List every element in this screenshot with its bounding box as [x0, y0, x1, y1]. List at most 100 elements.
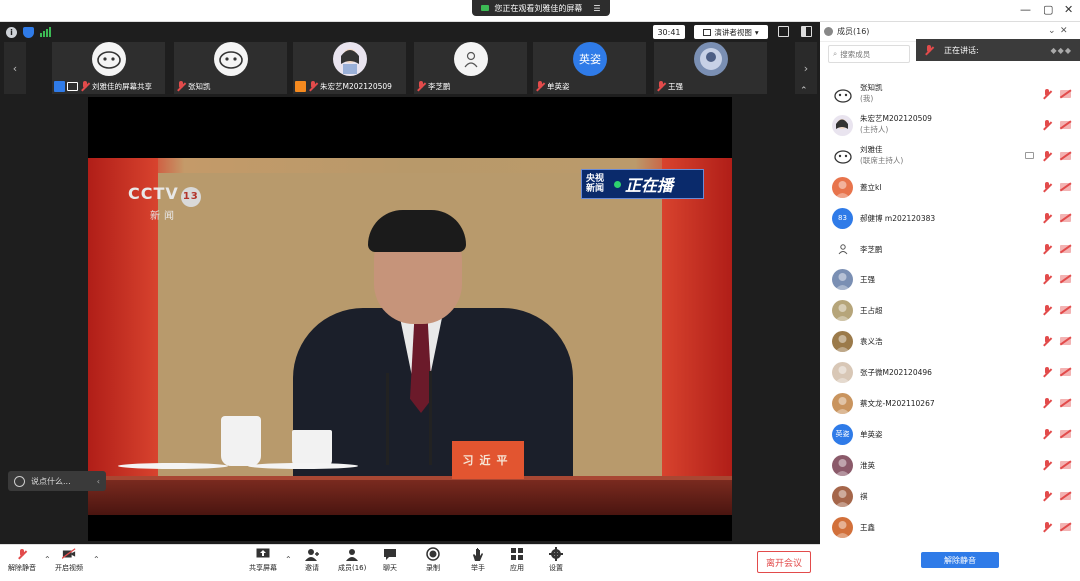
- thumbnail[interactable]: 刘雅佳的屏幕共享: [52, 42, 165, 94]
- member-row[interactable]: 王强: [820, 264, 1080, 295]
- mic-muted-icon[interactable]: [1042, 459, 1052, 470]
- avatar: [832, 331, 853, 353]
- video-off-icon[interactable]: [1060, 460, 1071, 469]
- member-row[interactable]: 张子微M202120496: [820, 357, 1080, 388]
- info-icon[interactable]: i: [6, 26, 17, 38]
- members-panel-title: 成员(16): [837, 27, 870, 36]
- mic-muted-icon[interactable]: [1042, 428, 1052, 439]
- video-off-icon[interactable]: [1060, 90, 1071, 98]
- member-row[interactable]: 英姿 单英姿: [820, 419, 1080, 450]
- avatar: [832, 393, 853, 414]
- video-off-icon[interactable]: [1060, 429, 1071, 438]
- minimize-button[interactable]: —: [1020, 3, 1031, 16]
- video-off-icon[interactable]: [1060, 368, 1071, 377]
- shield-icon[interactable]: [23, 26, 34, 38]
- member-row[interactable]: 蔡文龙-M202110267: [820, 388, 1080, 419]
- unmute-all-button[interactable]: 解除静音: [921, 552, 999, 568]
- member-name: 蔡文龙-M202110267: [860, 399, 935, 408]
- mic-muted-icon[interactable]: [1042, 398, 1052, 408]
- close-window-button[interactable]: ✕: [1064, 3, 1073, 16]
- mic-muted-icon[interactable]: [1042, 521, 1052, 532]
- video-off-icon[interactable]: [1060, 337, 1071, 346]
- panel-toggle-icon[interactable]: [801, 26, 812, 37]
- mic-muted-icon[interactable]: [1042, 89, 1052, 99]
- thumbnail[interactable]: 张知凯: [174, 42, 287, 94]
- start-video-button[interactable]: 开启视频: [55, 547, 83, 573]
- mic-muted-icon[interactable]: [1042, 336, 1052, 346]
- record-button[interactable]: 录制: [426, 547, 440, 573]
- thumbnail-label: 刘雅佳的屏幕共享: [52, 79, 152, 93]
- chevron-down-icon[interactable]: ⌄: [1048, 26, 1056, 36]
- fullscreen-icon[interactable]: [778, 26, 789, 37]
- video-off-icon[interactable]: [1060, 522, 1071, 531]
- leave-meeting-button[interactable]: 离开会议: [757, 551, 811, 573]
- member-row[interactable]: 祺: [820, 481, 1080, 512]
- video-off-icon[interactable]: [1060, 244, 1071, 253]
- thumbnail-name: 单英姿: [547, 81, 570, 91]
- member-name: 袁义浩: [860, 337, 883, 347]
- emoji-icon[interactable]: [14, 475, 25, 487]
- member-search[interactable]: ⌕: [828, 45, 910, 63]
- chevron-left-icon[interactable]: ‹: [97, 477, 100, 486]
- mic-muted-icon[interactable]: [1042, 181, 1052, 192]
- comment-input[interactable]: 说点什么... ‹: [8, 471, 106, 491]
- signal-icon[interactable]: [40, 27, 51, 37]
- unmute-button[interactable]: 解除静音: [8, 547, 36, 573]
- mic-muted-icon[interactable]: [1042, 490, 1052, 501]
- raise-hand-button[interactable]: 举手: [471, 547, 485, 573]
- member-row[interactable]: 王鑫: [820, 512, 1080, 543]
- mic-muted-icon[interactable]: [1042, 150, 1052, 161]
- video-off-icon[interactable]: [1060, 213, 1071, 222]
- member-row[interactable]: 刘雅佳 (联席主持人): [820, 141, 1080, 172]
- video-off-icon[interactable]: [1060, 151, 1071, 160]
- channel-logo: CCTV 13 新闻: [128, 184, 201, 222]
- apps-button[interactable]: 应用: [510, 547, 524, 573]
- thumb-prev-button[interactable]: ‹: [4, 42, 26, 94]
- member-row[interactable]: 朱宏艺M202120509 (主持人): [820, 110, 1080, 141]
- chat-button[interactable]: 聊天: [383, 547, 397, 573]
- member-row[interactable]: 张知凯 (我): [820, 79, 1080, 110]
- video-options-caret[interactable]: ⌃: [93, 555, 100, 564]
- mic-muted-icon[interactable]: [1042, 274, 1052, 284]
- share-banner[interactable]: 您正在观看刘雅佳的屏幕 ☰: [472, 0, 610, 16]
- member-row[interactable]: 淮英: [820, 450, 1080, 481]
- mic-muted-icon[interactable]: [1042, 119, 1052, 130]
- mic-muted-icon[interactable]: [1042, 243, 1052, 254]
- member-row[interactable]: 李芝鹏: [820, 234, 1080, 265]
- hand-icon: [471, 547, 485, 561]
- mic-muted-icon[interactable]: [1042, 305, 1052, 315]
- share-screen-button[interactable]: 共享屏幕: [249, 547, 277, 573]
- video-off-icon[interactable]: [1060, 399, 1071, 407]
- raise-hand-label: 举手: [471, 564, 485, 572]
- thumbnail[interactable]: 王强: [654, 42, 767, 94]
- video-off-icon[interactable]: [1060, 275, 1071, 284]
- speaking-indicator: 正在讲话: ◆◆◆: [916, 39, 1080, 61]
- member-row[interactable]: 王占超: [820, 295, 1080, 326]
- settings-button[interactable]: 设置: [549, 547, 563, 573]
- more-icon[interactable]: ◆◆◆: [1051, 46, 1072, 55]
- thumbnail[interactable]: 朱宏艺M202120509: [293, 42, 406, 94]
- member-row[interactable]: 袁义浩: [820, 326, 1080, 357]
- video-off-icon[interactable]: [1060, 182, 1071, 191]
- menu-icon[interactable]: ☰: [593, 4, 600, 13]
- video-off-icon[interactable]: [1060, 306, 1071, 315]
- thumbnail[interactable]: 李芝鹏: [414, 42, 527, 94]
- invite-button[interactable]: 邀请: [305, 547, 319, 573]
- video-off-icon[interactable]: [1060, 491, 1071, 500]
- maximize-button[interactable]: ▢: [1043, 3, 1053, 16]
- view-mode-dropdown[interactable]: 演讲者视图 ▾: [694, 25, 768, 39]
- thumbnail[interactable]: 英姿 单英姿: [533, 42, 646, 94]
- plate: [118, 463, 228, 469]
- video-off-icon[interactable]: [1060, 120, 1071, 129]
- member-name: 张子微M202120496: [860, 368, 932, 378]
- collapse-thumbs-icon[interactable]: ⌃: [800, 86, 808, 96]
- mic-muted-icon[interactable]: [1042, 212, 1052, 223]
- member-row[interactable]: 蓋立kl: [820, 172, 1080, 203]
- share-options-caret[interactable]: ⌃: [285, 555, 292, 564]
- audio-options-caret[interactable]: ⌃: [44, 555, 51, 564]
- search-input[interactable]: [840, 49, 901, 59]
- member-row[interactable]: 83 郝健博 m202120383: [820, 203, 1080, 234]
- members-button[interactable]: 成员(16): [338, 547, 366, 573]
- close-panel-icon[interactable]: ✕: [1060, 26, 1068, 36]
- mic-muted-icon[interactable]: [1042, 367, 1052, 377]
